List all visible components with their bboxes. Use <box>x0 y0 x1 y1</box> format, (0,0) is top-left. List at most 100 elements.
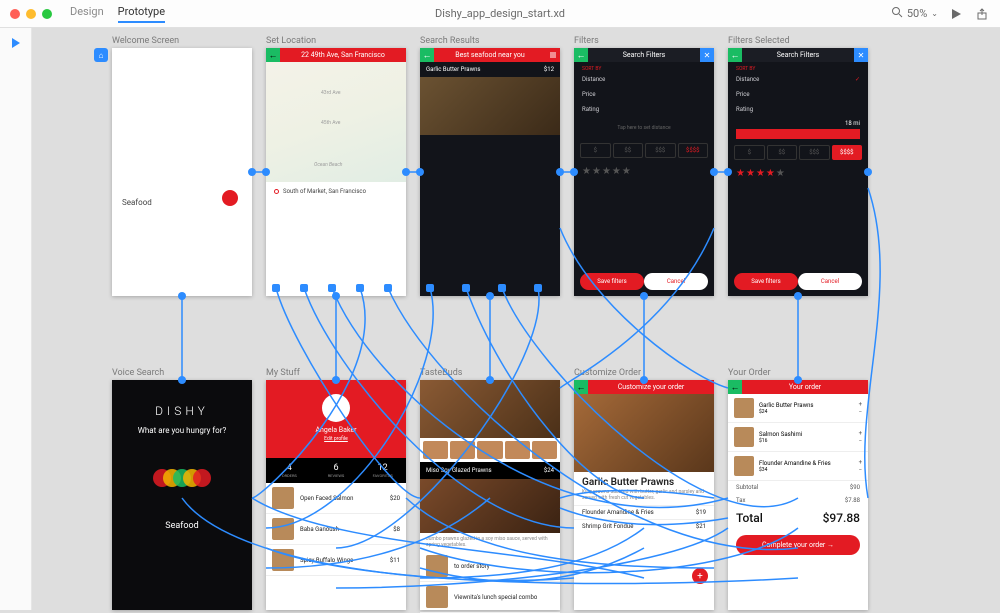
close-icon[interactable]: ✕ <box>700 48 714 62</box>
artboard-welcome[interactable]: Seafood <box>112 48 252 296</box>
result-item-header[interactable]: Garlic Butter Prawns $12 <box>420 62 560 77</box>
back-button[interactable]: ← <box>266 48 280 62</box>
artboard-label[interactable]: Search Results <box>420 36 480 46</box>
addon-row[interactable]: Flounder Amandine & Fries$19 <box>574 505 714 519</box>
list-item[interactable]: to order story <box>420 551 560 582</box>
artboard-my-stuff[interactable]: Angela Baker Edit profile 4ORDERS 6REVIE… <box>266 380 406 610</box>
artboard-label[interactable]: Filters Selected <box>728 36 790 46</box>
artboard-tastebuds[interactable]: Miso Soy Glazed Prawns $24 Jumbo prawns … <box>420 380 560 610</box>
sort-option-selected[interactable]: Distance✓ <box>728 72 868 87</box>
stat-favorites[interactable]: 12FAVORITES <box>359 458 406 483</box>
add-to-order-button[interactable]: + <box>692 568 708 584</box>
filter-section-label: SORT BY <box>728 62 868 72</box>
edit-profile-link[interactable]: Edit profile <box>266 436 406 442</box>
minimize-window-button[interactable] <box>26 9 36 19</box>
qty-stepper[interactable]: +− <box>859 401 862 416</box>
artboard-label[interactable]: TasteBuds <box>420 368 462 378</box>
prototype-cursor-icon[interactable] <box>12 38 20 48</box>
cancel-filters-button[interactable]: Cancel <box>798 273 862 290</box>
price-filter: $ $$ $$$ $$$$ <box>574 139 714 162</box>
play-preview-button[interactable] <box>948 6 964 22</box>
back-button[interactable]: ← <box>728 380 742 394</box>
thumb-image <box>426 555 448 577</box>
location-result-row[interactable]: South of Market, San Francisco <box>266 182 406 201</box>
artboard-label[interactable]: Customize Order <box>574 368 641 378</box>
price-chip[interactable]: $$$ <box>645 143 676 158</box>
distance-slider[interactable] <box>736 133 860 135</box>
close-window-button[interactable] <box>10 9 20 19</box>
thumb-image <box>734 398 754 418</box>
list-item[interactable]: Viewnita's lunch special combo <box>420 582 560 613</box>
artboard-label[interactable]: Filters <box>574 36 599 46</box>
share-button[interactable] <box>974 6 990 22</box>
hero-image[interactable] <box>420 380 560 438</box>
welcome-input-value: Seafood <box>122 198 152 207</box>
stat-orders[interactable]: 4ORDERS <box>266 458 313 483</box>
filter-icon[interactable] <box>546 48 560 62</box>
price-chip[interactable]: $$$$ <box>678 143 709 158</box>
artboard-label[interactable]: Set Location <box>266 36 316 46</box>
price-chip[interactable]: $ <box>580 143 611 158</box>
rating-filter[interactable]: ★★★★★ <box>574 162 714 181</box>
profile-name: Angela Baker <box>266 426 406 434</box>
sort-option[interactable]: Distance <box>574 72 714 87</box>
rating-filter[interactable]: ★★★★★ <box>728 164 868 183</box>
sort-option[interactable]: Rating <box>574 102 714 117</box>
price-chip[interactable]: $ <box>734 145 765 160</box>
artboard-your-order[interactable]: ← Your order Garlic Butter Prawns$24+− S… <box>728 380 868 610</box>
record-button[interactable] <box>222 190 238 206</box>
artboard-set-location[interactable]: ← 22 49th Ave, San Francisco 43rd Ave 45… <box>266 48 406 296</box>
tab-design[interactable]: Design <box>70 5 104 23</box>
artboard-label[interactable]: My Stuff <box>266 368 300 378</box>
sort-option[interactable]: Rating <box>728 102 868 117</box>
prototype-canvas[interactable]: Welcome Screen ⌂ Seafood Set Location ← … <box>32 28 1000 610</box>
artboard-label[interactable]: Welcome Screen <box>112 36 179 46</box>
maximize-window-button[interactable] <box>42 9 52 19</box>
list-item[interactable]: Open Faced Salmon$20 <box>266 483 406 514</box>
back-button[interactable]: ← <box>574 48 588 62</box>
save-filters-button[interactable]: Save filters <box>734 273 798 290</box>
featured-item-image[interactable] <box>420 479 560 533</box>
complete-order-button[interactable]: Complete your order → <box>736 535 860 555</box>
tab-prototype[interactable]: Prototype <box>118 5 165 23</box>
qty-stepper[interactable]: +− <box>859 430 862 445</box>
list-item[interactable]: Baba Ganoush$8 <box>266 514 406 545</box>
back-button[interactable]: ← <box>728 48 742 62</box>
save-filters-button[interactable]: Save filters <box>580 273 644 290</box>
map-view[interactable]: 43rd Ave 45th Ave Ocean Beach <box>266 62 406 182</box>
price-chip[interactable]: $$$ <box>799 145 830 160</box>
thumbnail-strip[interactable] <box>420 438 560 462</box>
result-item-image[interactable] <box>420 77 560 135</box>
order-line-item[interactable]: Salmon Sashimi$16+− <box>728 423 868 452</box>
artboard-filters[interactable]: ← Search Filters ✕ SORT BY Distance Pric… <box>574 48 714 296</box>
distance-slider-hint[interactable]: Tap here to set distance <box>574 117 714 139</box>
order-line-item[interactable]: Garlic Butter Prawns$24+− <box>728 394 868 423</box>
back-button[interactable]: ← <box>574 380 588 394</box>
list-item[interactable]: Spicy Buffalo Wings$11 <box>266 545 406 576</box>
artboard-label[interactable]: Your Order <box>728 368 771 378</box>
sort-option[interactable]: Price <box>728 87 868 102</box>
order-line-item[interactable]: Flounder Amandine & Fries$34+− <box>728 452 868 481</box>
featured-item[interactable]: Miso Soy Glazed Prawns $24 <box>420 462 560 479</box>
close-icon[interactable]: ✕ <box>854 48 868 62</box>
artboard-label[interactable]: Voice Search <box>112 368 164 378</box>
addon-row[interactable]: Shrimp Grit Fondue$21 <box>574 519 714 533</box>
artboard-customize-order[interactable]: ← Customize your order Garlic Butter Pra… <box>574 380 714 610</box>
price-chip[interactable]: $$ <box>613 143 644 158</box>
price-chip[interactable]: $$ <box>767 145 798 160</box>
artboard-voice-search[interactable]: DISHY What are you hungry for? Seafood <box>112 380 252 610</box>
avatar[interactable] <box>322 394 350 422</box>
qty-stepper[interactable]: +− <box>859 459 862 474</box>
home-anchor-icon[interactable]: ⌂ <box>94 48 108 62</box>
artboard-search-results[interactable]: ← Best seafood near you Garlic Butter Pr… <box>420 48 560 296</box>
price-chip-selected[interactable]: $$$$ <box>832 145 863 160</box>
dish-hero-image <box>574 394 714 472</box>
back-button[interactable]: ← <box>420 48 434 62</box>
thumb-image <box>426 586 448 608</box>
cancel-filters-button[interactable]: Cancel <box>644 273 708 290</box>
artboard-filters-selected[interactable]: ← Search Filters ✕ SORT BY Distance✓ Pri… <box>728 48 868 296</box>
stat-reviews[interactable]: 6REVIEWS <box>313 458 360 483</box>
zoom-control[interactable]: 50% ⌄ <box>891 6 938 21</box>
sort-option[interactable]: Price <box>574 87 714 102</box>
brand-logo: DISHY <box>112 404 252 418</box>
